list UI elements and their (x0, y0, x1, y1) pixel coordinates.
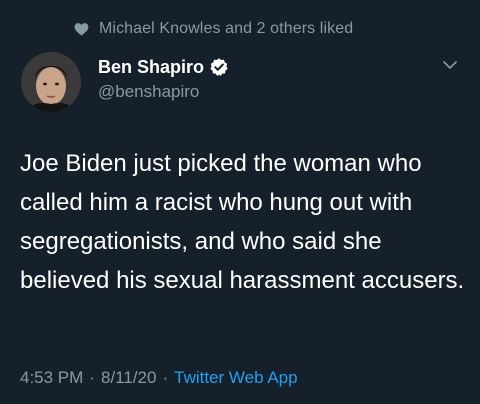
tweet-text: Joe Biden just picked the woman who call… (20, 150, 465, 294)
tweet-date[interactable]: 8/11/20 (101, 368, 156, 388)
social-context: Michael Knowles and 2 others liked (74, 18, 353, 40)
chevron-down-icon[interactable] (441, 58, 459, 72)
author-handle[interactable]: @benshapiro (98, 82, 199, 102)
author-display-name[interactable]: Ben Shapiro (98, 57, 204, 78)
avatar-image (21, 52, 81, 112)
tweet-metadata: 4:53 PM · 8/11/20 · Twitter Web App (20, 366, 298, 390)
avatar[interactable] (21, 52, 81, 112)
tweet-time[interactable]: 4:53 PM (20, 368, 83, 388)
meta-separator: · (162, 368, 169, 387)
author-name-row[interactable]: Ben Shapiro (98, 55, 229, 79)
tweet-card[interactable]: Michael Knowles and 2 others liked Ben S… (0, 0, 480, 404)
meta-separator: · (89, 368, 95, 387)
social-context-text[interactable]: Michael Knowles and 2 others liked (99, 20, 353, 38)
heart-icon (74, 23, 89, 36)
verified-badge-icon (210, 58, 228, 76)
tweet-source-link[interactable]: Twitter Web App (174, 368, 297, 388)
